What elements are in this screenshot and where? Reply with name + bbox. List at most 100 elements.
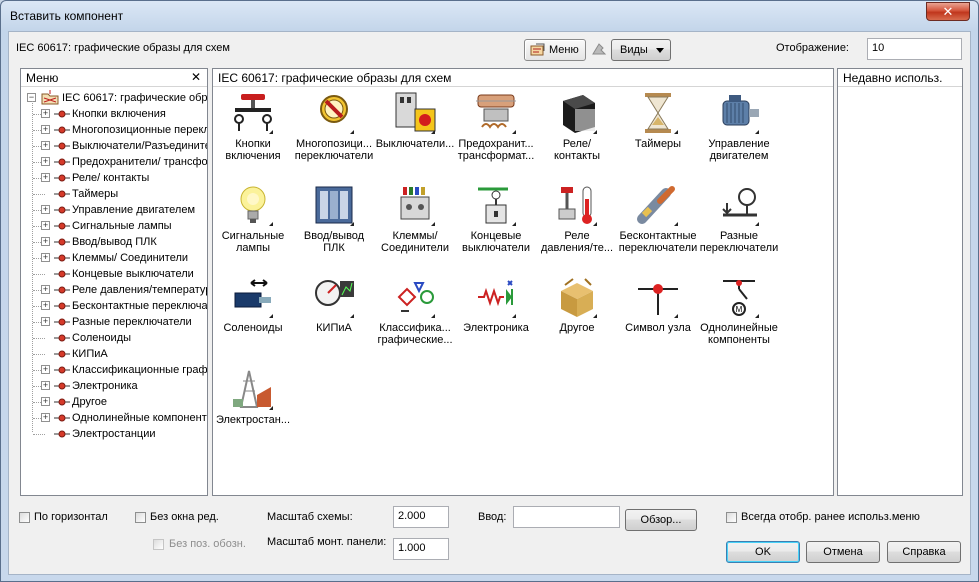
expand-icon[interactable]: + (41, 157, 50, 166)
no-edit-window-checkbox[interactable] (135, 512, 146, 523)
component-tile[interactable]: Многопозици... переключатели (292, 91, 376, 162)
submenu-indicator-icon (674, 222, 678, 226)
solenoid-icon (231, 275, 275, 319)
pressure-temp-icon (555, 183, 599, 227)
submenu-indicator-icon (755, 314, 759, 318)
expand-icon[interactable]: + (41, 221, 50, 230)
symbol-node-icon (54, 414, 70, 422)
submenu-indicator-icon (755, 222, 759, 226)
component-tile[interactable]: Бесконтактные переключатели (616, 183, 700, 254)
submenu-indicator-icon (593, 314, 597, 318)
component-tile[interactable]: M Однолинейные компоненты (697, 275, 781, 346)
help-button[interactable]: Справка (887, 541, 961, 563)
component-tile[interactable]: Управление двигателем (697, 91, 781, 162)
value-input[interactable] (513, 506, 620, 528)
always-show-checkbox[interactable] (726, 512, 737, 523)
recent-panel-header: Недавно использ. (838, 69, 962, 87)
expand-icon[interactable]: + (41, 173, 50, 182)
browse-button[interactable]: Обзор... (625, 509, 697, 531)
grid-panel-title: IEC 60617: графические образы для схем (218, 71, 452, 85)
symbol-node-icon (54, 206, 70, 214)
window-close-button[interactable]: ✕ (926, 2, 970, 21)
display-label: Отображение: (776, 42, 849, 54)
expand-icon[interactable]: + (41, 381, 50, 390)
expand-icon[interactable]: + (41, 141, 50, 150)
component-tile[interactable]: Разные переключатели (697, 183, 781, 254)
expand-icon[interactable]: + (41, 109, 50, 118)
tree-item-label: Выключатели/Разъединители (72, 140, 207, 152)
expand-icon[interactable]: + (41, 317, 50, 326)
component-tile[interactable]: Классифика... графические... (373, 275, 457, 346)
expand-icon[interactable]: + (41, 205, 50, 214)
tile-label-line1: Реле (564, 230, 590, 242)
dialog-client: IEC 60617: графические образы для схем М… (8, 31, 971, 575)
display-count-input[interactable]: 10 (867, 38, 962, 60)
tile-label-line1: Классифика... (379, 322, 451, 334)
component-tile[interactable]: Реле/контакты (535, 91, 619, 162)
expand-icon[interactable]: + (41, 365, 50, 374)
nav-back-button[interactable] (589, 40, 609, 60)
expand-icon[interactable]: + (41, 285, 50, 294)
views-dropdown-button[interactable]: Виды (611, 39, 671, 61)
tile-label-line2: лампы (236, 242, 270, 254)
selector-switch-icon (312, 91, 356, 135)
scale-label: Масштаб схемы: (267, 511, 353, 523)
submenu-indicator-icon (350, 130, 354, 134)
expand-icon[interactable]: + (41, 253, 50, 262)
menu-panel-header: Меню ✕ (21, 69, 207, 87)
component-tile[interactable]: Ввод/вывод ПЛК (292, 183, 376, 254)
component-tile[interactable]: Выключатели... (373, 91, 457, 150)
component-tile[interactable]: Соленоиды (211, 275, 295, 334)
tile-label-line2: графические... (377, 334, 453, 346)
classification-icon (393, 275, 437, 319)
tree-item-label: Клеммы/ Соединители (72, 252, 189, 264)
ok-button[interactable]: OK (726, 541, 800, 563)
component-tile[interactable]: Электроника (454, 275, 538, 334)
component-tile[interactable]: Реле давления/те... (535, 183, 619, 254)
tree-item-label: КИПиА (72, 348, 108, 360)
cancel-button[interactable]: Отмена (806, 541, 880, 563)
always-show-label: Всегда отобр. ранее использ.меню (741, 511, 920, 523)
tree-item-label: Управление двигателем (72, 204, 196, 216)
component-tile[interactable]: Кнопки включения (211, 91, 295, 162)
expand-icon[interactable]: + (41, 413, 50, 422)
tile-label-line1: Предохранит... (458, 138, 534, 150)
menu-button-label: Меню (549, 44, 579, 56)
tree-item-label: Таймеры (72, 188, 119, 200)
expand-icon[interactable]: + (41, 301, 50, 310)
tree-item-label: Концевые выключатели (72, 268, 194, 280)
component-tile[interactable]: Электростан... (211, 367, 295, 426)
component-tile[interactable]: Другое (535, 275, 619, 334)
svg-text:M: M (736, 305, 743, 314)
component-tile[interactable]: Символ узла (616, 275, 700, 334)
component-tile[interactable]: Клеммы/Соединители (373, 183, 457, 254)
symbol-node-icon (54, 190, 70, 198)
panel-scale-input[interactable]: 1.000 (393, 538, 449, 560)
menu-panel-close-icon[interactable]: ✕ (191, 70, 201, 84)
component-tile[interactable]: Сигнальные лампы (211, 183, 295, 254)
component-tile[interactable]: КИПиА (292, 275, 376, 334)
no-tag-checkbox[interactable] (153, 539, 164, 550)
relay-icon (555, 91, 599, 135)
expand-icon[interactable]: + (41, 125, 50, 134)
component-tile[interactable]: Концевые выключатели (454, 183, 538, 254)
tile-label-line1: Бесконтактные (619, 230, 697, 242)
tree-branch-line (33, 338, 45, 339)
scale-input[interactable]: 2.000 (393, 506, 449, 528)
tile-label-line2: переключатели (294, 150, 374, 162)
tile-label-line1: Электростан... (215, 414, 291, 426)
expand-icon[interactable]: + (41, 237, 50, 246)
expand-icon[interactable]: + (41, 397, 50, 406)
submenu-indicator-icon (512, 314, 516, 318)
submenu-indicator-icon (350, 314, 354, 318)
symbol-node-icon (54, 126, 70, 134)
tile-label-line1: Таймеры (634, 138, 682, 150)
component-tile[interactable]: Предохранит... трансформат... (454, 91, 538, 162)
submenu-indicator-icon (755, 130, 759, 134)
component-tile[interactable]: Таймеры (616, 91, 700, 150)
terminal-icon (393, 183, 437, 227)
disconnect-icon (393, 91, 437, 135)
horizontal-checkbox[interactable] (19, 512, 30, 523)
symbol-node-icon (54, 110, 70, 118)
menu-toggle-button[interactable]: Меню (524, 39, 586, 61)
